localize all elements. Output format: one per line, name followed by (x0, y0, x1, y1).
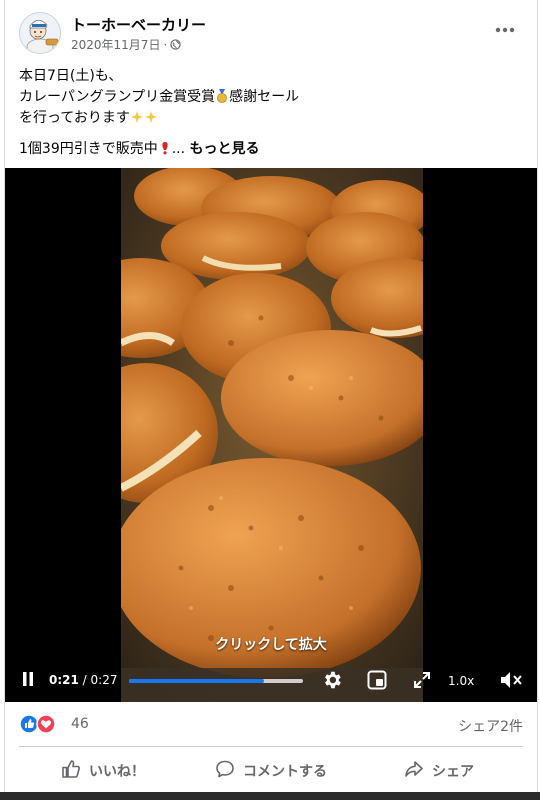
sparkles-icon (130, 110, 144, 124)
share-button[interactable]: シェア (355, 752, 523, 790)
medal-icon (215, 89, 229, 103)
video-player[interactable]: クリックして拡大 0:21 / 0:27 1.0x (5, 168, 537, 702)
comment-button[interactable]: コメントする (187, 752, 355, 790)
progress-fill (129, 679, 265, 683)
like-icon (61, 759, 81, 783)
post-text: 本日7日(土)も、 カレーパングランプリ金賞受賞 感謝セール を行っております 1… (19, 66, 519, 160)
video-frame[interactable] (121, 168, 423, 702)
comment-icon (215, 759, 235, 783)
reactions-bar: 46 シェア2件 (19, 712, 523, 738)
like-label: いいね！ (89, 764, 145, 780)
time-separator: / (78, 673, 91, 687)
post-line-1: 本日7日(土)も、 (19, 68, 123, 84)
reaction-icons[interactable] (19, 714, 63, 734)
red-exclamation-icon (158, 141, 172, 155)
pip-icon[interactable] (367, 670, 387, 694)
current-time: 0:21 (49, 673, 79, 687)
post-line-4-text: 1個39円引きで販売中 (19, 141, 158, 157)
post-meta: 2020年11月7日 · (71, 36, 181, 53)
comment-label: コメントする (243, 764, 327, 780)
page-avatar[interactable] (19, 12, 61, 54)
action-divider (19, 746, 523, 747)
pause-icon[interactable] (21, 671, 35, 691)
see-more-link[interactable]: もっと見る (190, 141, 260, 157)
globe-icon[interactable] (170, 39, 181, 50)
progress-bar[interactable] (129, 679, 303, 683)
post-line-2: カレーパングランプリ金賞受賞 感謝セール (19, 87, 519, 108)
settings-icon[interactable] (321, 669, 343, 695)
more-dots-icon[interactable] (491, 16, 519, 44)
reaction-count[interactable]: 46 (71, 716, 89, 732)
mute-icon[interactable] (499, 670, 523, 694)
post-card: トーホーベーカリー 2020年11月7日 · 本日7日(土)も、 カレーパングラ… (4, 0, 538, 800)
action-bar: いいね！ コメントする シェア (19, 752, 523, 790)
share-label: シェア (432, 764, 474, 780)
fullscreen-icon[interactable] (413, 671, 431, 693)
post-line-2-text: カレーパングランプリ金賞受賞 (19, 89, 216, 105)
sparkles-icon-2 (144, 110, 158, 124)
post-header: トーホーベーカリー 2020年11月7日 · (19, 12, 529, 56)
post-line-4: 1個39円引きで販売中... もっと見る (19, 139, 519, 160)
fried-curry-bread-image (121, 168, 423, 702)
like-button[interactable]: いいね！ (19, 752, 187, 790)
avatar-mascot-image (20, 13, 60, 53)
video-controls: 0:21 / 0:27 1.0x (5, 662, 537, 702)
post-line-3-text: を行っております (19, 110, 130, 126)
post-date[interactable]: 2020年11月7日 (71, 36, 160, 53)
playback-speed[interactable]: 1.0x (448, 674, 474, 688)
ellipsis: ... (171, 141, 186, 157)
post-line-3: を行っております (19, 108, 519, 129)
meta-dot: · (163, 37, 168, 52)
video-time: 0:21 / 0:27 (49, 673, 117, 687)
page-name[interactable]: トーホーベーカリー (71, 14, 206, 35)
share-icon (404, 759, 424, 783)
share-count[interactable]: シェア2件 (458, 716, 523, 736)
post-line-2-tail: 感謝セール (229, 89, 300, 105)
next-post-edge (0, 792, 540, 800)
video-caption[interactable]: クリックして拡大 (5, 634, 537, 654)
duration: 0:27 (90, 673, 118, 687)
